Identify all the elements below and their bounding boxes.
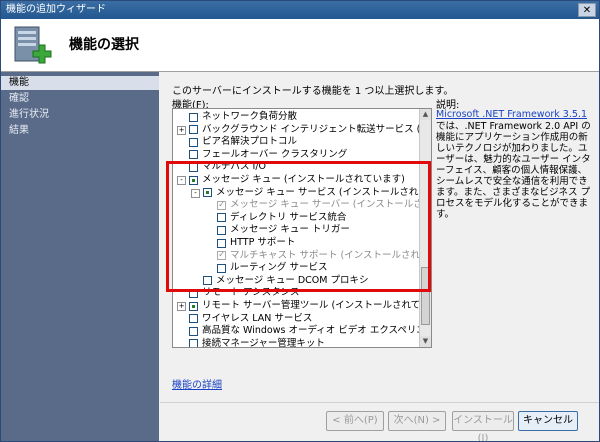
feature-label: リモート サーバー管理ツール (インストールされています) [202,300,432,311]
feature-label: 接続マネージャー管理キット [202,337,325,348]
wizard-banner: 機能の選択 [1,19,599,72]
feature-tree-item[interactable]: ワイヤレス LAN サービス [177,313,413,325]
expand-plus-icon[interactable]: + [177,125,186,135]
more-about-features-link[interactable]: 機能の詳細 [172,376,222,391]
back-button[interactable]: < 前へ(P) [326,411,384,431]
scroll-down-arrow-icon[interactable]: ▼ [420,336,431,347]
feature-checkbox[interactable] [189,137,198,147]
nav-step-results[interactable]: 結果 [1,124,159,138]
close-button[interactable]: ✕ [578,3,596,17]
feature-checkbox[interactable] [189,301,198,311]
highlight-box [166,161,431,292]
feature-tree-item[interactable]: ネットワーク負荷分散 [177,111,413,123]
title-bar: 機能の追加ウィザード ✕ [1,1,599,19]
feature-tree-item[interactable]: + バックグラウンド インテリジェント転送サービス (BITS) [177,124,431,136]
nav-step-features[interactable]: 機能 [1,76,159,90]
instruction-text: このサーバーにインストールする機能を 1 つ以上選択します。 [172,86,454,97]
feature-label: バックグラウンド インテリジェント転送サービス (BITS) [202,123,432,135]
feature-tree-item[interactable]: 高品質な Windows オーディオ ビデオ エクスペリエンス [177,325,431,337]
feature-checkbox[interactable] [189,339,198,347]
install-button[interactable]: インストール(I) [452,411,514,441]
button-separator [160,402,599,403]
feature-tree-item[interactable]: + リモート サーバー管理ツール (インストールされています) [177,300,431,312]
page-title: 機能の選択 [69,37,139,53]
next-button[interactable]: 次へ(N) > [388,411,446,431]
feature-label: ワイヤレス LAN サービス [202,312,313,324]
description-text: では、.NET Framework 2.0 API の機能にアプリケーション作成… [436,121,591,220]
window-title: 機能の追加ウィザード [6,4,106,15]
feature-checkbox[interactable] [189,150,198,160]
nav-step-confirm[interactable]: 確認 [1,92,159,106]
description-link[interactable]: Microsoft .NET Framework 3.5.1 [436,109,587,120]
wizard-add-server-icon [14,26,52,64]
feature-label: 高品質な Windows オーディオ ビデオ エクスペリエンス [202,325,432,337]
expand-plus-icon[interactable]: + [177,302,186,311]
feature-checkbox[interactable] [189,314,198,324]
feature-label: ネットワーク負荷分散 [202,111,298,122]
feature-label: フェールオーバー クラスタリング [202,148,348,160]
cancel-button[interactable]: キャンセル [518,411,578,431]
feature-checkbox[interactable] [189,125,198,135]
scroll-up-arrow-icon[interactable]: ▲ [420,109,431,120]
feature-checkbox[interactable] [189,326,198,336]
wizard-window: 機能の追加ウィザード ✕ 機能の選択 機能 確認 進行状況 結果 このサーバーに… [0,0,600,442]
feature-tree-item[interactable]: ピア名解決プロトコル [177,136,413,148]
wizard-step-nav: 機能 確認 進行状況 結果 [1,72,159,441]
feature-tree-item[interactable]: フェールオーバー クラスタリング [177,149,413,161]
nav-step-progress[interactable]: 進行状況 [1,108,159,122]
feature-tree-item[interactable]: 接続マネージャー管理キット [177,337,413,348]
feature-label: ピア名解決プロトコル [202,136,298,148]
feature-checkbox[interactable] [189,112,198,122]
